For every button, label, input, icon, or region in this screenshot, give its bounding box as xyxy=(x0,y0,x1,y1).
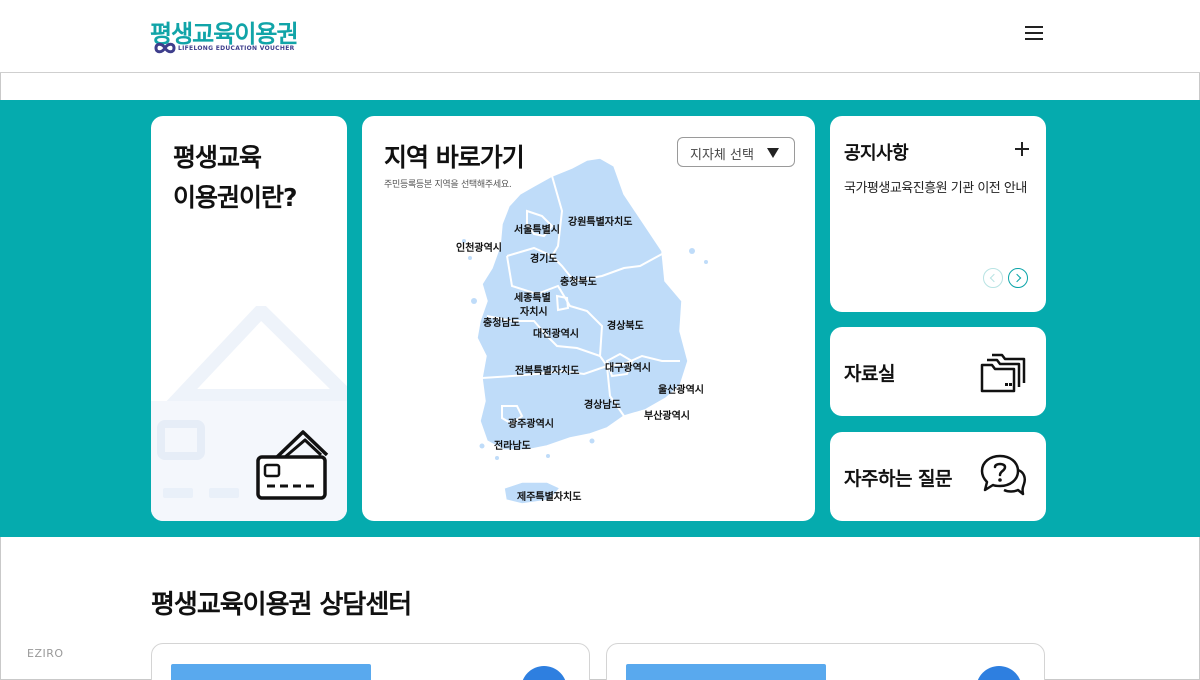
region-label-ulsan[interactable]: 울산광역시 xyxy=(658,383,704,396)
region-label-sejong-line2[interactable]: 자치시 xyxy=(520,305,548,318)
region-label-gyeongnam[interactable]: 경상남도 xyxy=(584,398,621,411)
region-label-incheon[interactable]: 인천광역시 xyxy=(456,241,502,254)
region-select-label: 지자체 선택 xyxy=(690,148,754,163)
hamburger-menu-icon[interactable] xyxy=(1022,22,1046,42)
region-label-gyeongbuk[interactable]: 경상북도 xyxy=(607,319,644,332)
counsel-card-banner xyxy=(626,664,826,680)
region-label-jeonbuk[interactable]: 전북특별자치도 xyxy=(515,364,579,377)
logo-subtitle: LIFELONG EDUCATION VOUCHER xyxy=(178,45,295,52)
counsel-card-banner xyxy=(171,664,371,680)
region-map-title: 지역 바로가기 xyxy=(384,143,525,172)
resources-card[interactable]: 자료실 xyxy=(830,327,1046,416)
question-bubble-icon xyxy=(980,454,1026,496)
region-label-daejeon[interactable]: 대전광역시 xyxy=(533,327,579,340)
triangle-down-icon xyxy=(767,148,779,158)
plus-icon[interactable] xyxy=(1013,140,1031,158)
region-label-seoul[interactable]: 서울특별시 xyxy=(514,223,560,236)
chevron-right-icon[interactable] xyxy=(1008,268,1028,288)
logo-infinity-icon xyxy=(154,42,176,54)
region-map-card: 서울특별시 강원특별자치도 인천광역시 경기도 충청북도 세종특별 자치시 충청… xyxy=(362,116,815,521)
region-label-gangwon[interactable]: 강원특별자치도 xyxy=(568,215,632,228)
notice-title: 공지사항 xyxy=(844,143,909,164)
region-label-gwangju[interactable]: 광주광역시 xyxy=(508,417,554,430)
notice-card: 공지사항 국가평생교육진흥원 기관 이전 안내 xyxy=(830,116,1046,312)
site-header: 평생교육이용권 LIFELONG EDUCATION VOUCHER xyxy=(0,0,1200,73)
counsel-card-1[interactable] xyxy=(151,643,590,680)
counsel-card-badge xyxy=(521,666,567,680)
region-label-busan[interactable]: 부산광역시 xyxy=(644,409,690,422)
region-label-chungbuk[interactable]: 충청북도 xyxy=(560,275,597,288)
counsel-card-2[interactable] xyxy=(606,643,1045,680)
region-label-gyeonggi[interactable]: 경기도 xyxy=(530,252,558,265)
region-label-daegu[interactable]: 대구광역시 xyxy=(605,361,651,374)
chevron-left-icon[interactable] xyxy=(983,268,1003,288)
resources-title: 자료실 xyxy=(844,363,895,385)
about-voucher-title: 평생교육 이용권이란? xyxy=(173,143,298,212)
watermark-logo: EZIRO xyxy=(27,647,64,660)
region-select-dropdown[interactable]: 지자체 선택 xyxy=(677,137,795,167)
region-label-sejong-line1[interactable]: 세종특별 xyxy=(514,291,551,304)
folder-icon xyxy=(980,353,1026,393)
site-logo[interactable]: 평생교육이용권 LIFELONG EDUCATION VOUCHER xyxy=(150,14,300,58)
faq-title: 자주하는 질문 xyxy=(844,468,953,490)
about-voucher-card[interactable]: 평생교육 이용권이란? xyxy=(151,116,347,521)
credit-card-icon xyxy=(256,430,329,500)
region-label-jeonnam[interactable]: 전라남도 xyxy=(494,439,531,452)
counsel-center-title: 평생교육이용권 상담센터 xyxy=(151,590,412,620)
faq-card[interactable]: 자주하는 질문 xyxy=(830,432,1046,521)
region-label-chungnam[interactable]: 충청남도 xyxy=(483,316,520,329)
region-label-jeju[interactable]: 제주특별자치도 xyxy=(517,490,581,503)
region-map-subtitle: 주민등록등본 지역을 선택해주세요. xyxy=(384,180,512,190)
counsel-card-badge xyxy=(976,666,1022,680)
notice-item-link[interactable]: 국가평생교육진흥원 기관 이전 안내 xyxy=(844,179,1032,198)
